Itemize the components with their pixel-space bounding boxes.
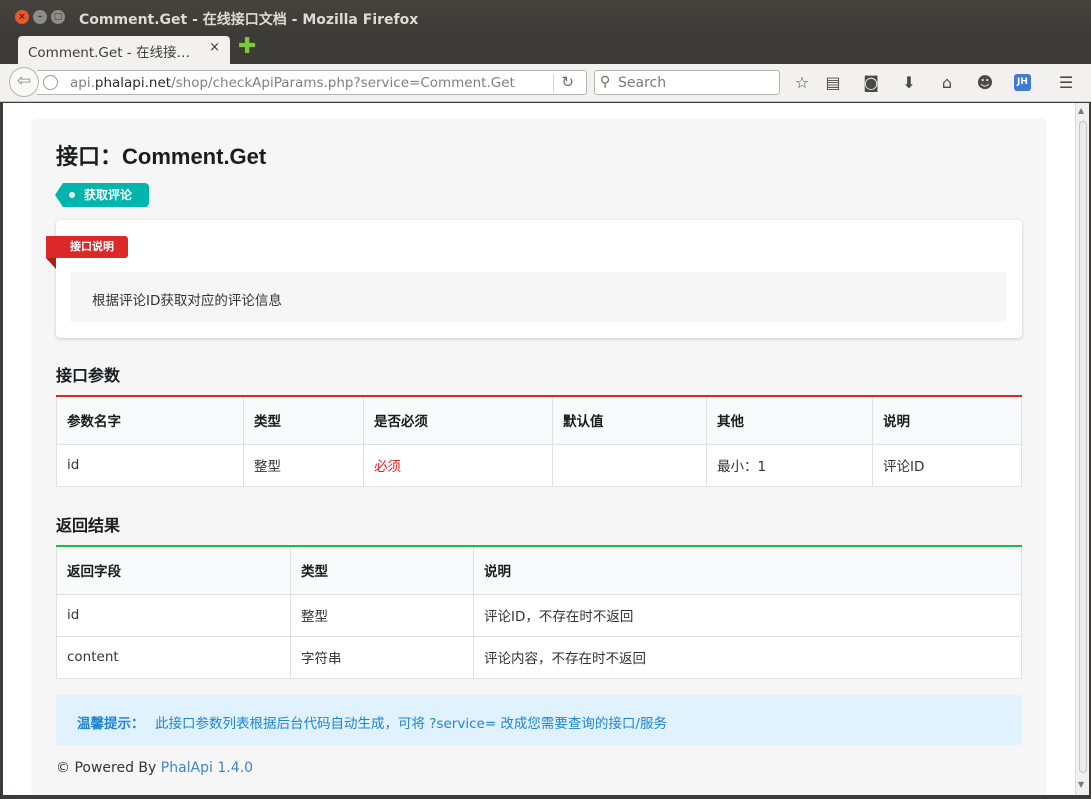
page-title: 接口：Comment.Get bbox=[56, 144, 267, 169]
window-title: Comment.Get - 在线接口文档 - Mozilla Firefox bbox=[79, 12, 419, 28]
tip-text: 此接口参数列表根据后台代码自动生成，可将 ?service= 改成您需要查询的接… bbox=[155, 716, 667, 732]
tab-close-icon[interactable]: × bbox=[209, 40, 220, 55]
return-table: 返回字段 类型 说明 id 整型 评论ID，不存在时不返回 content 字符… bbox=[56, 545, 1022, 679]
scroll-down-icon[interactable]: ▼ bbox=[1078, 780, 1084, 789]
table-row: content 字符串 评论内容，不存在时不返回 bbox=[56, 635, 1022, 679]
description-card: 接口说明 根据评论ID获取对应的评论信息 bbox=[46, 220, 1022, 338]
tab-label: Comment.Get - 在线接… bbox=[28, 45, 190, 61]
return-type: 整型 bbox=[290, 593, 474, 637]
url-separator bbox=[553, 74, 554, 92]
api-tag-label: 获取评论 bbox=[54, 183, 150, 207]
tab-comment-get[interactable]: Comment.Get - 在线接… × bbox=[18, 36, 230, 64]
param-type: 整型 bbox=[243, 443, 364, 487]
description-ribbon: 接口说明 bbox=[46, 236, 128, 269]
col-header: 说明 bbox=[473, 545, 1022, 595]
reading-list-icon[interactable]: ▤ bbox=[822, 72, 844, 94]
return-desc: 评论内容，不存在时不返回 bbox=[473, 635, 1022, 679]
params-header-row: 参数名字 类型 是否必须 默认值 其他 说明 bbox=[56, 395, 1022, 445]
url-bar[interactable]: api.phalapi.net/shop/checkApiParams.php?… bbox=[37, 70, 587, 95]
site-info-icon[interactable] bbox=[43, 75, 58, 90]
param-desc: 评论ID bbox=[872, 443, 1022, 487]
jh-extension-icon[interactable]: JH bbox=[1014, 74, 1031, 91]
col-header: 返回字段 bbox=[56, 545, 291, 595]
scrollbar-thumb[interactable] bbox=[1079, 121, 1087, 773]
description-text: 根据评论ID获取对应的评论信息 bbox=[92, 293, 282, 309]
phalapi-link[interactable]: PhalApi 1.4.0 bbox=[161, 760, 253, 776]
back-button[interactable]: ⇦ bbox=[9, 67, 39, 97]
reload-icon[interactable]: ↻ bbox=[561, 73, 574, 91]
new-tab-button[interactable]: ✚ bbox=[238, 36, 256, 58]
navigation-toolbar: api.phalapi.net/shop/checkApiParams.php?… bbox=[0, 64, 1091, 102]
search-input[interactable]: ⚲ Search bbox=[594, 70, 780, 95]
params-table: 参数名字 类型 是否必须 默认值 其他 说明 id 整型 必须 最小：1 评论I… bbox=[56, 395, 1022, 487]
col-header: 说明 bbox=[872, 395, 1022, 445]
return-header-row: 返回字段 类型 说明 bbox=[56, 545, 1022, 595]
tip-label: 温馨提示： bbox=[77, 716, 145, 732]
chat-icon[interactable]: ☻ bbox=[974, 72, 996, 94]
page-viewport: 接口：Comment.Get 获取评论 接口说明 根据评论ID获取对应的评论信息… bbox=[3, 103, 1089, 795]
tag-text: 获取评论 bbox=[84, 188, 133, 202]
tag-dot-icon bbox=[69, 192, 75, 198]
col-header: 类型 bbox=[243, 395, 364, 445]
return-type: 字符串 bbox=[290, 635, 474, 679]
return-field: id bbox=[56, 593, 291, 637]
return-desc: 评论ID，不存在时不返回 bbox=[473, 593, 1022, 637]
table-row: id 整型 必须 最小：1 评论ID bbox=[56, 443, 1022, 487]
search-icon: ⚲ bbox=[600, 74, 611, 90]
back-arrow-icon: ⇦ bbox=[16, 71, 32, 91]
download-icon[interactable]: ⬇ bbox=[898, 72, 920, 94]
window-minimize-button[interactable]: – bbox=[33, 10, 47, 24]
home-icon[interactable]: ⌂ bbox=[936, 72, 958, 94]
params-heading: 接口参数 bbox=[56, 366, 121, 385]
description-box: 根据评论ID获取对应的评论信息 bbox=[70, 272, 1006, 322]
param-other: 最小：1 bbox=[706, 443, 873, 487]
col-header: 默认值 bbox=[552, 395, 707, 445]
col-header: 参数名字 bbox=[56, 395, 244, 445]
window-titlebar: × – □ Comment.Get - 在线接口文档 - Mozilla Fir… bbox=[0, 0, 1091, 36]
return-heading: 返回结果 bbox=[56, 516, 121, 535]
search-placeholder: Search bbox=[618, 75, 667, 91]
doc-container: 接口：Comment.Get 获取评论 接口说明 根据评论ID获取对应的评论信息… bbox=[33, 120, 1045, 795]
url-text[interactable]: api.phalapi.net/shop/checkApiParams.php?… bbox=[70, 75, 515, 91]
vertical-scrollbar[interactable]: ▲ ▼ bbox=[1075, 103, 1089, 795]
col-header: 类型 bbox=[290, 545, 474, 595]
return-field: content bbox=[56, 635, 291, 679]
param-name: id bbox=[56, 443, 244, 487]
col-header: 是否必须 bbox=[363, 395, 553, 445]
scroll-up-icon[interactable]: ▲ bbox=[1078, 106, 1084, 115]
bookmark-star-icon[interactable]: ☆ bbox=[791, 72, 813, 94]
footer: © Powered By PhalApi 1.4.0 bbox=[56, 760, 253, 776]
param-default bbox=[552, 443, 707, 487]
footer-prefix: © Powered By bbox=[56, 760, 157, 776]
tab-strip: Comment.Get - 在线接… × ✚ bbox=[0, 36, 1091, 64]
param-required: 必须 bbox=[363, 443, 553, 487]
window-maximize-button[interactable]: □ bbox=[51, 10, 65, 24]
table-row: id 整型 评论ID，不存在时不返回 bbox=[56, 593, 1022, 637]
menu-icon[interactable]: ☰ bbox=[1055, 72, 1077, 94]
window-close-button[interactable]: × bbox=[15, 10, 29, 24]
tip-message: 温馨提示： 此接口参数列表根据后台代码自动生成，可将 ?service= 改成您… bbox=[56, 695, 1022, 745]
col-header: 其他 bbox=[706, 395, 873, 445]
pocket-icon[interactable]: ◙ bbox=[860, 72, 882, 94]
